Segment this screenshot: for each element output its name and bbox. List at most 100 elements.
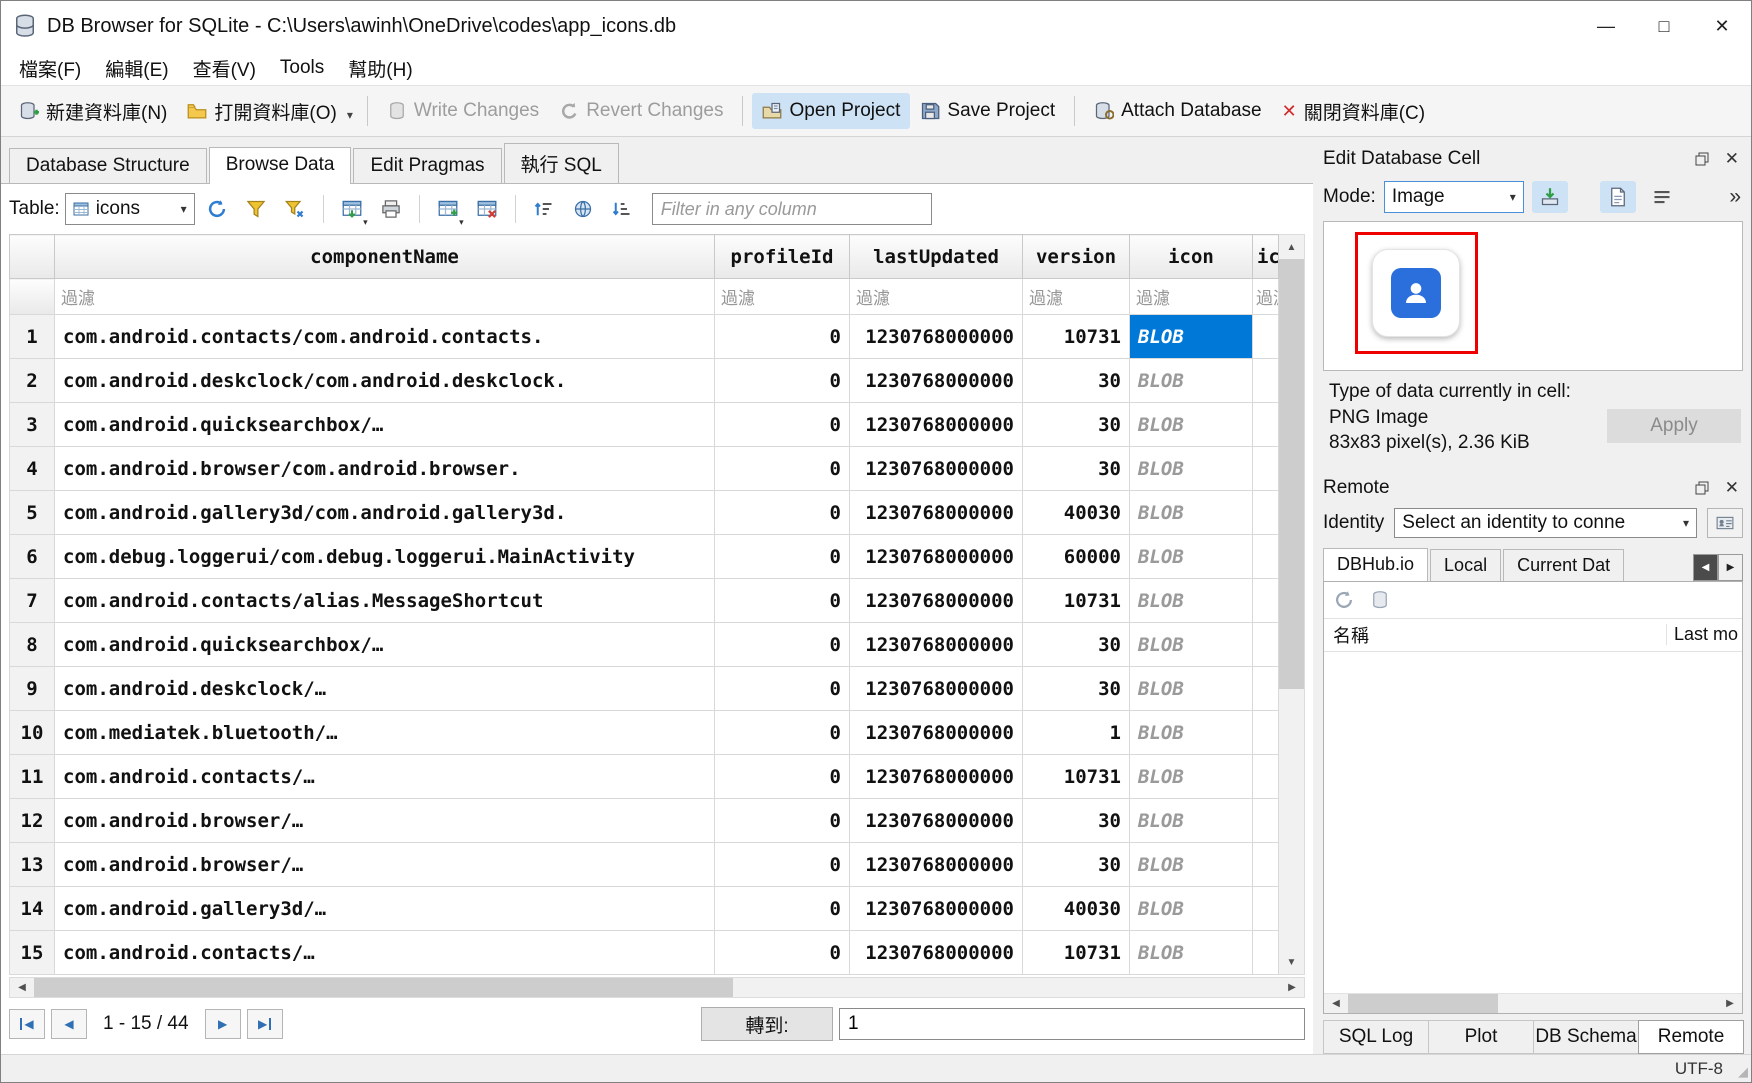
lastUpdated-cell[interactable]: 1230768000000 (850, 535, 1023, 579)
componentName-cell[interactable]: com.android.contacts/… (55, 931, 715, 975)
row-number-cell[interactable]: 6 (10, 535, 55, 579)
table-selector[interactable]: icons ▾ (65, 193, 195, 225)
table-row[interactable]: 3 com.android.quicksearchbox/… 0 1230768… (10, 403, 1279, 447)
version-cell[interactable]: 1 (1023, 711, 1130, 755)
profileId-cell[interactable]: 0 (715, 359, 850, 403)
version-cell[interactable]: 30 (1023, 359, 1130, 403)
table-row[interactable]: 14 com.android.gallery3d/… 0 12307680000… (10, 887, 1279, 931)
lastUpdated-cell[interactable]: 1230768000000 (850, 315, 1023, 359)
document-tab[interactable]: Database Structure (9, 148, 207, 183)
horizontal-scrollbar-thumb[interactable] (1348, 994, 1498, 1013)
apply-button[interactable]: Apply (1607, 409, 1741, 443)
remote-tab[interactable]: DBHub.io (1323, 548, 1428, 581)
version-cell[interactable]: 40030 (1023, 887, 1130, 931)
icon-blob-cell[interactable]: BLOB (1130, 315, 1253, 359)
profileId-cell[interactable]: 0 (715, 579, 850, 623)
lastUpdated-cell[interactable]: 1230768000000 (850, 359, 1023, 403)
lastUpdated-cell[interactable]: 1230768000000 (850, 711, 1023, 755)
scroll-right-icon[interactable]: ▶ (1280, 978, 1304, 997)
tab-scroll-right-icon[interactable]: ▶ (1718, 554, 1743, 581)
profileId-cell[interactable]: 0 (715, 755, 850, 799)
componentName-cell[interactable]: com.android.gallery3d/… (55, 887, 715, 931)
column-header-lastUpdated[interactable]: lastUpdated (850, 235, 1023, 279)
row-number-cell[interactable]: 10 (10, 711, 55, 755)
clear-filters-button[interactable] (239, 192, 273, 226)
table-row[interactable]: 4 com.android.browser/com.android.browse… (10, 447, 1279, 491)
dock-tab[interactable]: Remote (1638, 1020, 1744, 1054)
componentName-cell[interactable]: com.android.quicksearchbox/… (55, 623, 715, 667)
close-database-button[interactable]: ✕ 關閉資料庫(C) (1272, 91, 1435, 132)
componentName-cell[interactable]: com.android.contacts/com.android.contact… (55, 315, 715, 359)
clipped-cell[interactable] (1253, 535, 1279, 579)
lastUpdated-cell[interactable]: 1230768000000 (850, 887, 1023, 931)
save-filter-button[interactable] (278, 192, 312, 226)
table-row[interactable]: 10 com.mediatek.bluetooth/… 0 1230768000… (10, 711, 1279, 755)
filter-input-lastUpdated[interactable]: 過濾 (850, 279, 1023, 315)
componentName-cell[interactable]: com.debug.loggerui/com.debug.loggerui.Ma… (55, 535, 715, 579)
componentName-cell[interactable]: com.android.contacts/… (55, 755, 715, 799)
clipped-cell[interactable] (1253, 579, 1279, 623)
remote-file-list[interactable] (1324, 652, 1742, 993)
row-number-cell[interactable]: 15 (10, 931, 55, 975)
import-data-button[interactable] (1532, 181, 1568, 213)
filter-input-profileId[interactable]: 過濾 (715, 279, 850, 315)
icon-blob-cell[interactable]: BLOB (1130, 843, 1253, 887)
menu-item[interactable]: 檔案(F) (7, 51, 93, 86)
remote-tab[interactable]: Local (1430, 549, 1501, 581)
icon-blob-cell[interactable]: BLOB (1130, 667, 1253, 711)
componentName-cell[interactable]: com.android.contacts/alias.MessageShortc… (55, 579, 715, 623)
clipped-cell[interactable] (1253, 315, 1279, 359)
goto-record-input[interactable] (839, 1008, 1305, 1040)
float-dock-icon[interactable] (1695, 152, 1709, 166)
image-view-button[interactable] (1600, 181, 1636, 213)
version-cell[interactable]: 30 (1023, 799, 1130, 843)
clipped-cell[interactable] (1253, 887, 1279, 931)
column-header-version[interactable]: version (1023, 235, 1130, 279)
delete-record-button[interactable] (470, 192, 504, 226)
profileId-cell[interactable]: 0 (715, 623, 850, 667)
lastUpdated-cell[interactable]: 1230768000000 (850, 491, 1023, 535)
refresh-button[interactable] (200, 192, 234, 226)
clipped-cell[interactable] (1253, 403, 1279, 447)
row-number-cell[interactable]: 12 (10, 799, 55, 843)
clipped-cell[interactable] (1253, 447, 1279, 491)
row-number-cell[interactable]: 7 (10, 579, 55, 623)
remote-tab[interactable]: Current Dat (1503, 549, 1624, 581)
close-dock-icon[interactable]: ✕ (1725, 149, 1739, 169)
lastUpdated-cell[interactable]: 1230768000000 (850, 667, 1023, 711)
save-project-button[interactable]: Save Project (910, 93, 1065, 129)
version-cell[interactable]: 30 (1023, 843, 1130, 887)
encoding-selector[interactable]: UTF-8 (1675, 1059, 1723, 1079)
profileId-cell[interactable]: 0 (715, 667, 850, 711)
scroll-up-icon[interactable]: ▲ (1279, 235, 1304, 259)
filter-any-column-input[interactable] (652, 193, 932, 225)
componentName-cell[interactable]: com.android.browser/… (55, 799, 715, 843)
profileId-cell[interactable]: 0 (715, 843, 850, 887)
maximize-icon[interactable]: □ (1635, 1, 1693, 51)
row-number-cell[interactable]: 13 (10, 843, 55, 887)
horizontal-scrollbar[interactable]: ◀ ▶ (9, 977, 1305, 998)
revert-changes-button[interactable]: Revert Changes (549, 93, 733, 129)
profileId-cell[interactable]: 0 (715, 931, 850, 975)
remote-clone-icon[interactable] (1370, 590, 1390, 610)
table-row[interactable]: 6 com.debug.loggerui/com.debug.loggerui.… (10, 535, 1279, 579)
profileId-cell[interactable]: 0 (715, 535, 850, 579)
clipped-cell[interactable] (1253, 711, 1279, 755)
remote-horizontal-scrollbar[interactable]: ◀ ▶ (1324, 993, 1742, 1013)
clipped-cell[interactable] (1253, 755, 1279, 799)
vertical-scrollbar[interactable]: ▲ ▼ (1279, 234, 1305, 975)
row-number-cell[interactable]: 5 (10, 491, 55, 535)
dock-tab[interactable]: Plot (1428, 1020, 1534, 1054)
row-number-cell[interactable]: 11 (10, 755, 55, 799)
goto-record-button[interactable]: 轉到: (701, 1007, 833, 1041)
write-changes-button[interactable]: Write Changes (377, 93, 549, 129)
clipped-cell[interactable] (1253, 843, 1279, 887)
remote-modified-column-header[interactable]: Last mo (1666, 624, 1742, 645)
mode-selector[interactable]: Image ▾ (1384, 181, 1524, 213)
componentName-cell[interactable]: com.android.deskclock/… (55, 667, 715, 711)
table-row[interactable]: 8 com.android.quicksearchbox/… 0 1230768… (10, 623, 1279, 667)
icon-blob-cell[interactable]: BLOB (1130, 799, 1253, 843)
menu-item[interactable]: 查看(V) (181, 51, 268, 86)
minimize-icon[interactable]: — (1577, 1, 1635, 51)
clipped-cell[interactable] (1253, 491, 1279, 535)
